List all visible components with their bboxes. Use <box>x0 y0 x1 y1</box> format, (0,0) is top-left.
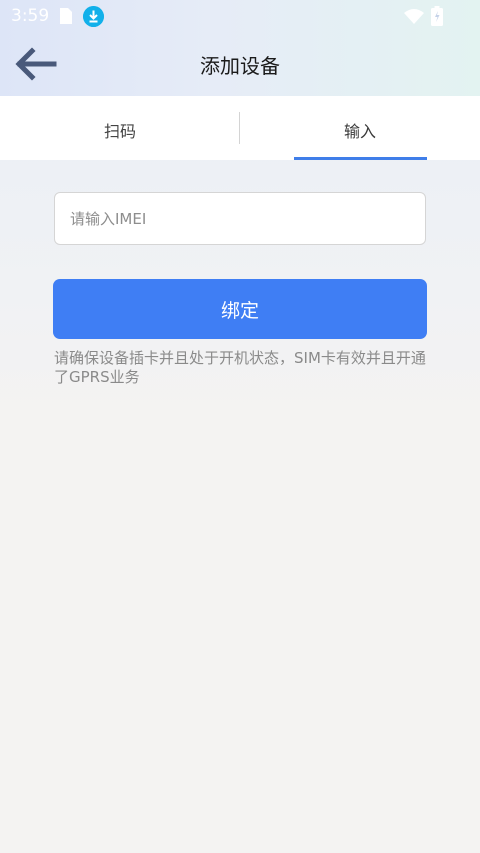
status-bar: 3:59 <box>0 0 480 32</box>
status-time: 3:59 <box>11 6 50 26</box>
battery-icon <box>431 6 443 26</box>
hint-text: 请确保设备插卡并且处于开机状态，SIM卡有效并且开通了GPRS业务 <box>54 349 426 386</box>
tab-scan-label: 扫码 <box>103 122 136 141</box>
tab-input[interactable]: 输入 <box>240 96 480 160</box>
tab-selected-indicator <box>294 157 427 160</box>
page-title: 添加设备 <box>200 54 280 78</box>
tab-input-label: 输入 <box>343 122 376 141</box>
bind-button[interactable]: 绑定 <box>53 279 427 339</box>
tab-bar: 扫码 输入 <box>0 96 480 160</box>
download-icon <box>83 6 104 27</box>
imei-input[interactable] <box>54 192 426 245</box>
sim-card-icon <box>60 8 72 24</box>
wifi-icon <box>404 9 424 24</box>
app-bar: 添加设备 <box>0 32 480 96</box>
tab-scan[interactable]: 扫码 <box>0 96 240 160</box>
